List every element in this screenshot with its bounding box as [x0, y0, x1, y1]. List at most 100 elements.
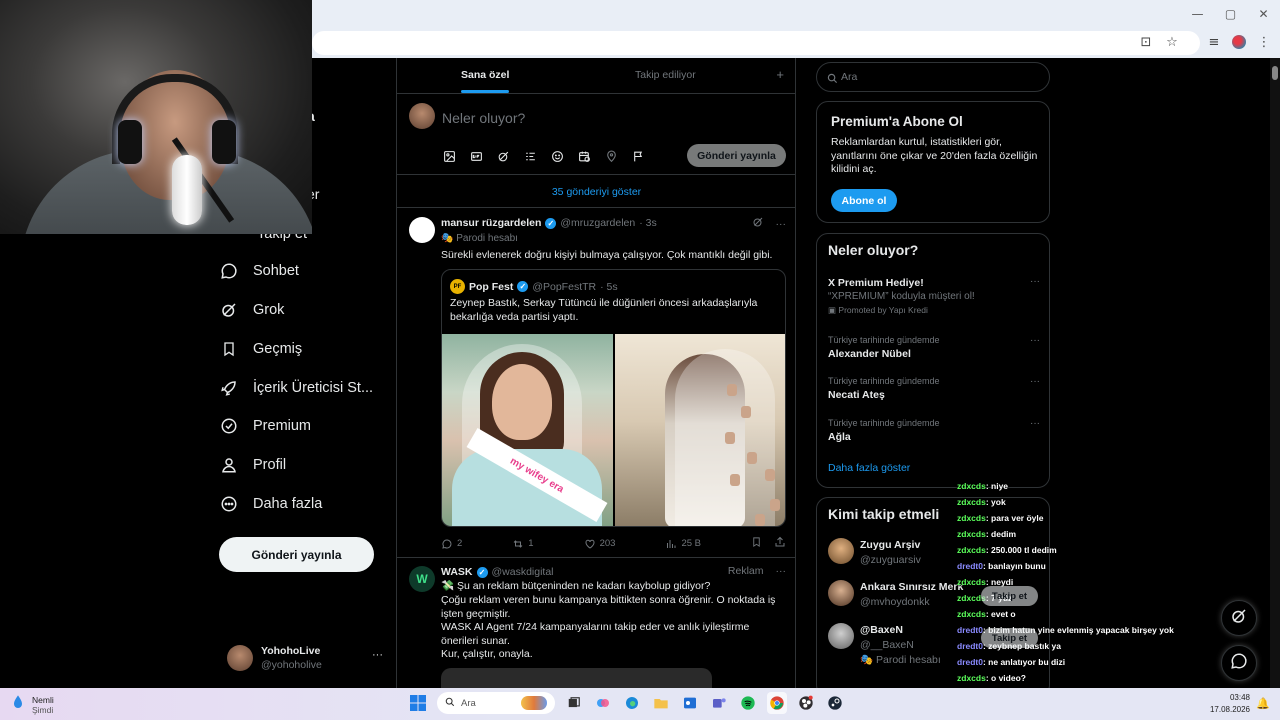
- more-options-icon[interactable]: ···: [776, 218, 787, 230]
- scrollbar-thumb[interactable]: [1272, 66, 1278, 80]
- nav-item-creator-studio[interactable]: İçerik Üreticisi St...: [219, 371, 389, 405]
- close-window-button[interactable]: ✕: [1247, 0, 1280, 28]
- post-submit-button[interactable]: Gönderi yayınla: [687, 144, 786, 167]
- suggestion-handle: @mvhoydonkk: [860, 596, 930, 608]
- location-icon[interactable]: [603, 148, 620, 165]
- nav-item-more[interactable]: Daha fazla: [219, 487, 389, 521]
- more-options-icon[interactable]: ···: [372, 649, 383, 661]
- chat-username[interactable]: zdxcds: [957, 545, 986, 555]
- chat-username[interactable]: zdxcds: [957, 497, 986, 507]
- search-input[interactable]: Ara: [816, 62, 1050, 92]
- spotify-icon[interactable]: [738, 692, 758, 714]
- show-more-trends-link[interactable]: Daha fazla göster: [828, 462, 910, 474]
- schedule-icon[interactable]: [576, 148, 593, 165]
- chat-username[interactable]: zdxcds: [957, 513, 986, 523]
- nav-item-chat[interactable]: Sohbet: [219, 254, 389, 288]
- reply-button[interactable]: 2: [441, 538, 462, 550]
- weather-widget[interactable]: Nemli Şimdi: [10, 693, 54, 716]
- file-explorer-icon[interactable]: [651, 692, 671, 714]
- gif-icon[interactable]: [468, 148, 485, 165]
- messages-float-button[interactable]: [1221, 645, 1257, 681]
- system-clock[interactable]: 03:48 17.08.2026: [1210, 692, 1250, 716]
- trend-item[interactable]: Türkiye tarihinde gündemde Alexander Nüb…: [828, 335, 1040, 360]
- subscribe-button[interactable]: Abone ol: [831, 189, 897, 212]
- trend-item[interactable]: Türkiye tarihinde gündemde Necati Ateş ·…: [828, 376, 1040, 401]
- like-button[interactable]: 203: [584, 538, 615, 550]
- notification-bell-icon[interactable]: 🔔: [1256, 697, 1270, 710]
- more-options-icon[interactable]: ···: [1030, 335, 1040, 346]
- chat-username[interactable]: zdxcds: [957, 673, 986, 683]
- minimize-button[interactable]: —: [1181, 0, 1214, 28]
- follow-button[interactable]: Takip et: [981, 586, 1038, 606]
- quoted-tweet[interactable]: PF Pop Fest ✓ @PopFestTR · 5s Zeynep Bas…: [441, 269, 786, 527]
- outlook-icon[interactable]: [680, 692, 700, 714]
- chat-username[interactable]: dredt0: [957, 641, 983, 651]
- chat-username[interactable]: zdxcds: [957, 577, 986, 587]
- teams-icon[interactable]: [709, 692, 729, 714]
- add-tab-icon[interactable]: +: [776, 67, 784, 82]
- chat-username[interactable]: zdxcds: [957, 529, 986, 539]
- steam-icon[interactable]: [825, 692, 845, 714]
- grok-icon[interactable]: [752, 216, 764, 231]
- obs-icon[interactable]: [796, 692, 816, 714]
- install-app-icon[interactable]: ⊡: [1138, 32, 1154, 52]
- start-menu-icon[interactable]: [408, 692, 428, 714]
- post-button[interactable]: Gönderi yayınla: [219, 537, 374, 572]
- share-icon[interactable]: [774, 536, 786, 551]
- chat-username[interactable]: zdxcds: [957, 609, 986, 619]
- more-options-icon[interactable]: ···: [1030, 376, 1040, 387]
- grok-icon[interactable]: [495, 148, 512, 165]
- trend-subtitle: “XPREMIUM” koduyla müşteri ol!: [828, 291, 975, 302]
- more-options-icon[interactable]: ···: [1030, 418, 1040, 429]
- chrome-icon[interactable]: [767, 692, 787, 714]
- trend-name: Necati Ateş: [828, 389, 885, 401]
- author-name[interactable]: WASK: [441, 566, 473, 578]
- poll-icon[interactable]: [522, 148, 539, 165]
- browser-menu-icon[interactable]: ⋮: [1256, 32, 1272, 52]
- maximize-button[interactable]: ▢: [1214, 0, 1247, 28]
- chat-username[interactable]: zdxcds: [957, 481, 986, 491]
- chat-username[interactable]: dredt0: [957, 561, 983, 571]
- bookmark-icon[interactable]: [751, 536, 762, 551]
- more-options-icon[interactable]: ···: [776, 565, 787, 577]
- tweet-image[interactable]: [441, 668, 712, 688]
- nav-item-premium[interactable]: Premium: [219, 409, 389, 443]
- nav-item-label: Geçmiş: [253, 341, 303, 357]
- show-new-posts-button[interactable]: 35 gönderiyi göster: [397, 176, 795, 208]
- trend-item[interactable]: Türkiye tarihinde gündemde Ağla ···: [828, 418, 1040, 443]
- copilot-icon[interactable]: [593, 692, 613, 714]
- image-icon[interactable]: [441, 148, 458, 165]
- tab-following[interactable]: Takip ediliyor: [635, 69, 696, 81]
- bookmark-star-icon[interactable]: ☆: [1164, 32, 1180, 52]
- edge-icon[interactable]: [622, 692, 642, 714]
- chat-username[interactable]: dredt0: [957, 625, 983, 635]
- tweet-image[interactable]: my wifey era: [442, 334, 613, 526]
- promoted-text: Promoted by Yapı Kredi: [838, 305, 928, 315]
- flag-icon[interactable]: [630, 148, 647, 165]
- tweet-time: · 5s: [600, 280, 618, 293]
- more-options-icon[interactable]: ···: [1030, 276, 1040, 287]
- views-button[interactable]: 25 B: [665, 538, 701, 550]
- account-switcher[interactable]: YohohoLive @yohoholive ···: [227, 643, 387, 673]
- task-view-icon[interactable]: [564, 692, 584, 714]
- nav-item-profile[interactable]: Profil: [219, 448, 389, 482]
- repost-button[interactable]: 1: [512, 538, 534, 550]
- taskbar-search[interactable]: Ara: [437, 692, 555, 714]
- profile-avatar[interactable]: [1232, 35, 1246, 49]
- address-bar[interactable]: [312, 31, 1200, 55]
- tweet-image[interactable]: [615, 334, 785, 526]
- tab-for-you[interactable]: Sana özel: [461, 69, 510, 93]
- trend-item[interactable]: X Premium Hediye! “XPREMIUM” koduyla müş…: [828, 274, 1040, 316]
- tweet[interactable]: mansur rüzgardelen ✓ @mruzgardelen · 3s …: [397, 209, 795, 558]
- nav-item-bookmarks[interactable]: Geçmiş: [219, 332, 389, 366]
- page-scrollbar[interactable]: [1270, 58, 1280, 688]
- author-name[interactable]: mansur rüzgardelen: [441, 217, 541, 229]
- composer-input[interactable]: Neler oluyor?: [442, 110, 525, 126]
- chat-username[interactable]: dredt0: [957, 657, 983, 667]
- media-control-icon[interactable]: ≡: [1206, 32, 1222, 52]
- emoji-icon[interactable]: [549, 148, 566, 165]
- face-sticker: [730, 474, 740, 486]
- nav-item-grok[interactable]: Grok: [219, 293, 389, 327]
- follow-button[interactable]: Takip et: [981, 628, 1038, 648]
- grok-float-button[interactable]: [1221, 600, 1257, 636]
